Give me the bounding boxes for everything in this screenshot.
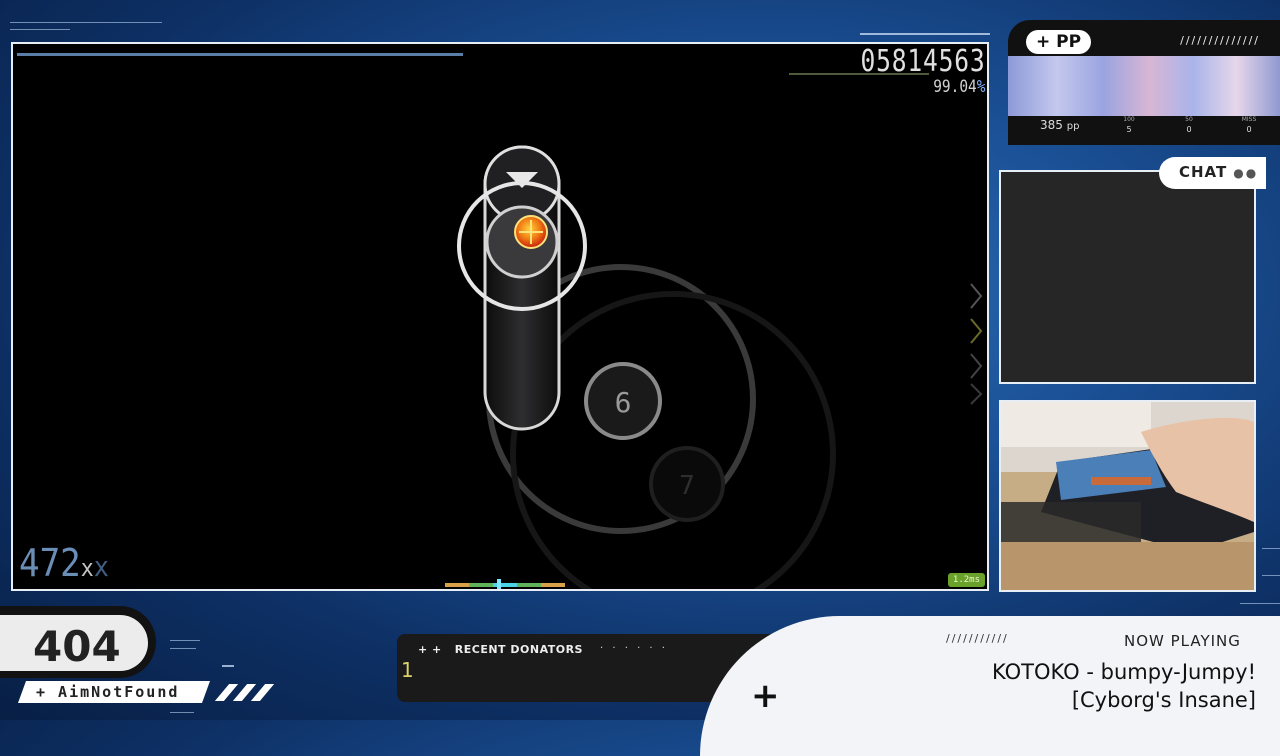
playfield: 7 6 bbox=[457, 145, 836, 589]
latency-badge: 1.2ms bbox=[947, 573, 985, 587]
player-name: + AimNotFound bbox=[36, 683, 180, 701]
background-streak bbox=[1262, 548, 1280, 549]
now-playing-song: KOTOKO - bumpy-Jumpy! bbox=[992, 660, 1256, 684]
stat-label: 50 bbox=[1185, 116, 1193, 123]
stat-label: 100 bbox=[1123, 116, 1135, 123]
background-streak bbox=[860, 33, 990, 35]
pp-badge: + PP bbox=[1026, 30, 1092, 54]
hit-circle-number: 6 bbox=[615, 386, 632, 419]
donators-prefix: + + bbox=[418, 643, 442, 656]
chat-label: CHAT bbox=[1179, 163, 1228, 181]
donators-decor-dots: · · · · · · bbox=[600, 643, 668, 654]
pp-number: 385 bbox=[1040, 118, 1063, 132]
background-streak bbox=[1262, 575, 1280, 576]
plus-icon: + bbox=[751, 676, 780, 716]
handcam-feed bbox=[999, 400, 1256, 592]
background-streak bbox=[1240, 603, 1280, 604]
background-streak bbox=[170, 640, 200, 641]
combo-ghost-suffix: x bbox=[93, 550, 109, 583]
approach-circle bbox=[510, 291, 836, 589]
stat-50: 50 0 bbox=[1174, 116, 1204, 134]
chat-box[interactable] bbox=[999, 170, 1256, 384]
combo-value: 472 bbox=[19, 541, 81, 585]
now-playing-decor-slashes: /////////// bbox=[946, 632, 1009, 645]
pp-unit: pp bbox=[1066, 121, 1080, 132]
now-playing-label: NOW PLAYING bbox=[1124, 632, 1241, 650]
background-streak bbox=[222, 665, 234, 667]
pp-value: 385 pp bbox=[1040, 118, 1079, 132]
background-streak bbox=[10, 22, 162, 23]
beatmap-background-art bbox=[1008, 56, 1280, 116]
stat-miss: MISS 0 bbox=[1234, 116, 1264, 134]
background-streak bbox=[170, 648, 196, 649]
background-streak bbox=[170, 712, 194, 713]
recent-donators-title: + + RECENT DONATORS bbox=[418, 643, 583, 656]
stat-100: 100 5 bbox=[1114, 116, 1144, 134]
chat-dots-icon: ●● bbox=[1233, 166, 1259, 180]
stat-value: 0 bbox=[1186, 125, 1192, 134]
faint-hit-circle-number: 7 bbox=[679, 471, 695, 501]
decor-stripe bbox=[250, 684, 275, 701]
handcam-image bbox=[1001, 402, 1254, 590]
player-rank: 404 bbox=[33, 622, 121, 671]
hit-error-bar bbox=[445, 583, 565, 587]
combo-counter: 472xx bbox=[19, 541, 109, 585]
gameplay-area[interactable]: 05814563 99.04% 7 6 472xx 1.2ms bbox=[11, 42, 989, 591]
key-overlay-arrows bbox=[970, 283, 983, 405]
stat-value: 0 bbox=[1246, 125, 1252, 134]
pp-panel: + PP ////////////// 385 pp 100 5 50 0 MISS… bbox=[1008, 20, 1280, 145]
chat-badge: CHAT ●● bbox=[1159, 157, 1266, 189]
background-streak bbox=[10, 29, 70, 30]
pp-decor-slashes: ////////////// bbox=[1180, 34, 1260, 47]
stat-label: MISS bbox=[1241, 116, 1257, 123]
now-playing-difficulty: [Cyborg's Insane] bbox=[1071, 688, 1256, 712]
donators-title-text: RECENT DONATORS bbox=[454, 643, 583, 656]
stat-value: 5 bbox=[1126, 125, 1132, 134]
hit-error-marker bbox=[497, 579, 501, 589]
combo-suffix: x bbox=[80, 554, 94, 582]
donators-count: 1 bbox=[401, 658, 414, 682]
